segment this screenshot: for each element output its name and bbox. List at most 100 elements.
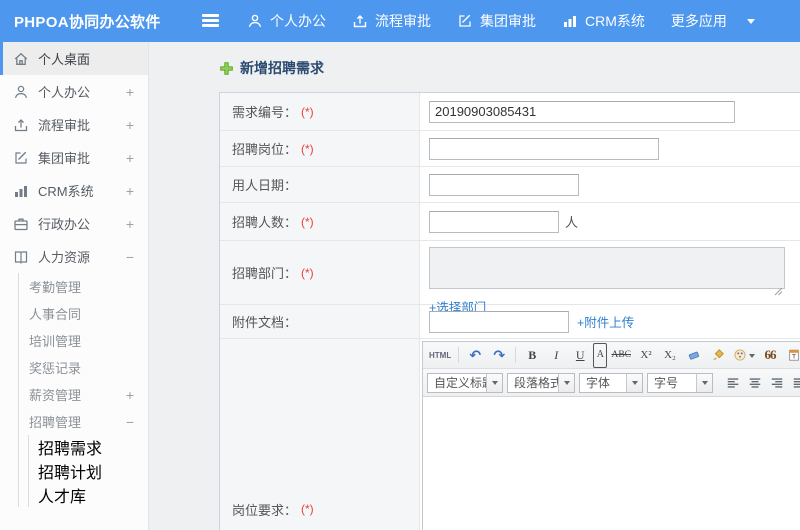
required-mark: (*) xyxy=(301,141,314,156)
strikethrough-button[interactable]: ABC xyxy=(609,345,633,365)
nav-personal-office[interactable]: 个人办公 xyxy=(247,11,326,31)
headcount-unit: 人 xyxy=(565,215,579,230)
edit-square-icon xyxy=(457,13,473,29)
sidebar-item-talent-pool[interactable]: 人才库 xyxy=(29,483,148,507)
sidebar-item-attendance[interactable]: 考勤管理 xyxy=(19,273,148,300)
user-icon xyxy=(247,13,263,29)
html-source-button[interactable]: HTML xyxy=(427,345,453,365)
sidebar-item-workflow-approval[interactable]: 流程审批 + xyxy=(0,108,148,141)
demand-no-input[interactable] xyxy=(429,100,735,123)
field-label: 需求编号： (*) xyxy=(220,93,420,130)
position-input[interactable] xyxy=(429,137,659,160)
alignment-buttons xyxy=(723,373,800,392)
sidebar-item-salary[interactable]: 薪资管理 + xyxy=(19,381,148,408)
form-row-position: 招聘岗位： (*) xyxy=(220,131,800,167)
font-size-select[interactable]: 字号 xyxy=(647,372,713,393)
sidebar-item-label: 薪资管理 xyxy=(29,388,82,403)
form-row-attachment: 附件文档： +附件上传 xyxy=(220,305,800,339)
expand-toggle[interactable]: − xyxy=(126,249,134,265)
hamburger-icon[interactable] xyxy=(202,14,220,28)
align-center-icon[interactable] xyxy=(745,373,764,392)
top-nav: 个人办公 流程审批 集团审批 CRM系统 更多应用 xyxy=(247,0,781,42)
heading-style-select[interactable]: 自定义标题 xyxy=(427,372,503,393)
italic-button[interactable]: I xyxy=(545,345,567,365)
subscript-button[interactable]: X₂ xyxy=(659,345,681,365)
attachment-upload-link[interactable]: +附件上传 xyxy=(577,312,634,331)
editor-toolbar-row2: 自定义标题 段落格式 字体 xyxy=(423,369,800,397)
blockquote-button[interactable]: 66 xyxy=(759,345,781,365)
sidebar-item-personal-desktop[interactable]: 个人桌面 xyxy=(0,42,148,75)
department-textarea[interactable] xyxy=(429,247,785,289)
nav-label: 集团审批 xyxy=(480,13,536,29)
user-icon xyxy=(13,84,29,100)
expand-toggle[interactable]: + xyxy=(126,117,134,133)
sidebar-item-crm[interactable]: CRM系统 + xyxy=(0,174,148,207)
sidebar-item-label: 个人办公 xyxy=(38,85,91,100)
sidebar-item-label: 行政办公 xyxy=(38,217,91,232)
redo-icon[interactable]: ↷ xyxy=(488,345,510,365)
nav-crm-system[interactable]: CRM系统 xyxy=(562,11,645,31)
sidebar-item-admin-office[interactable]: 行政办公 + xyxy=(0,207,148,240)
required-mark: (*) xyxy=(301,502,314,516)
expand-toggle[interactable]: + xyxy=(126,84,134,100)
workflow-approval-icon xyxy=(352,13,368,29)
field-label: 用人日期： xyxy=(220,167,420,202)
nav-label: 更多应用 xyxy=(670,13,727,29)
format-brush-icon[interactable] xyxy=(707,345,729,365)
nav-process-approval[interactable]: 流程审批 xyxy=(352,11,431,31)
sidebar-item-rewards[interactable]: 奖惩记录 xyxy=(19,354,148,381)
sidebar-item-personal-office[interactable]: 个人办公 + xyxy=(0,75,148,108)
expand-toggle[interactable]: + xyxy=(126,387,134,403)
rich-text-editor: HTML ↶ ↷ B I U A ABC X² X₂ 66 T 自定义标 段落格… xyxy=(422,341,800,530)
sidebar-item-group-approval[interactable]: 集团审批 + xyxy=(0,141,148,174)
nav-group-approval[interactable]: 集团审批 xyxy=(457,11,536,31)
form-row-requirements: 岗位要求： (*) HTML ↶ ↷ B I U A ABC X² X₂ 66 … xyxy=(220,339,800,530)
underline-button[interactable]: U xyxy=(569,345,591,365)
undo-icon[interactable]: ↶ xyxy=(464,345,486,365)
expand-toggle[interactable]: − xyxy=(126,414,134,430)
required-mark: (*) xyxy=(301,104,314,119)
nav-more-apps[interactable]: 更多应用 xyxy=(671,11,755,31)
sidebar: 个人桌面 个人办公 + 流程审批 + 集团审批 + CRM系统 + 行政办公 +… xyxy=(0,42,149,530)
sidebar-item-hr-contract[interactable]: 人事合同 xyxy=(19,300,148,327)
form-row-demand-no: 需求编号： (*) xyxy=(220,93,800,131)
emoticon-palette-icon[interactable] xyxy=(731,345,757,365)
sidebar-item-recruit-demand[interactable]: 招聘需求 xyxy=(29,435,148,459)
sidebar-item-label: 招聘管理 xyxy=(29,415,82,430)
field-label: 附件文档： xyxy=(220,305,420,338)
paste-icon[interactable]: T xyxy=(783,345,800,365)
field-label: 招聘人数： (*) xyxy=(220,203,420,240)
editor-toolbar-row1: HTML ↶ ↷ B I U A ABC X² X₂ 66 T xyxy=(423,342,800,369)
headcount-input[interactable] xyxy=(429,210,559,233)
hr-submenu: 考勤管理 人事合同 培训管理 奖惩记录 薪资管理 + 招聘管理 − 招聘需求 招… xyxy=(18,273,148,507)
sidebar-item-recruit-mgmt[interactable]: 招聘管理 − xyxy=(19,408,148,435)
sidebar-item-hr[interactable]: 人力资源 − xyxy=(0,240,148,273)
form-row-headcount: 招聘人数： (*) 人 xyxy=(220,203,800,241)
sidebar-item-label: 奖惩记录 xyxy=(29,361,82,376)
expand-toggle[interactable]: + xyxy=(126,150,134,166)
resize-handle-icon[interactable] xyxy=(774,283,783,296)
sidebar-item-label: 考勤管理 xyxy=(29,280,82,295)
recruitment-form: 需求编号： (*) 招聘岗位： (*) 用人日期： xyxy=(219,92,800,530)
sidebar-item-training[interactable]: 培训管理 xyxy=(19,327,148,354)
paragraph-format-select[interactable]: 段落格式 xyxy=(507,372,575,393)
font-family-select[interactable]: 字体 xyxy=(579,372,643,393)
align-justify-icon[interactable] xyxy=(789,373,800,392)
book-icon xyxy=(13,249,29,265)
sidebar-item-recruit-plan[interactable]: 招聘计划 xyxy=(29,459,148,483)
caret-down-icon xyxy=(749,353,755,361)
align-left-icon[interactable] xyxy=(723,373,742,392)
field-label: 招聘岗位： (*) xyxy=(220,131,420,166)
eraser-icon[interactable] xyxy=(683,345,705,365)
bold-button[interactable]: B xyxy=(521,345,543,365)
expand-toggle[interactable]: + xyxy=(126,183,134,199)
expand-toggle[interactable]: + xyxy=(126,216,134,232)
caret-down-icon xyxy=(746,19,755,28)
superscript-button[interactable]: X² xyxy=(635,345,657,365)
hire-date-input[interactable] xyxy=(429,173,579,196)
align-right-icon[interactable] xyxy=(767,373,786,392)
attachment-input[interactable] xyxy=(429,310,569,333)
toolbar-separator xyxy=(515,347,517,363)
font-box-button[interactable]: A xyxy=(593,342,608,368)
editor-content-area[interactable] xyxy=(423,397,800,530)
